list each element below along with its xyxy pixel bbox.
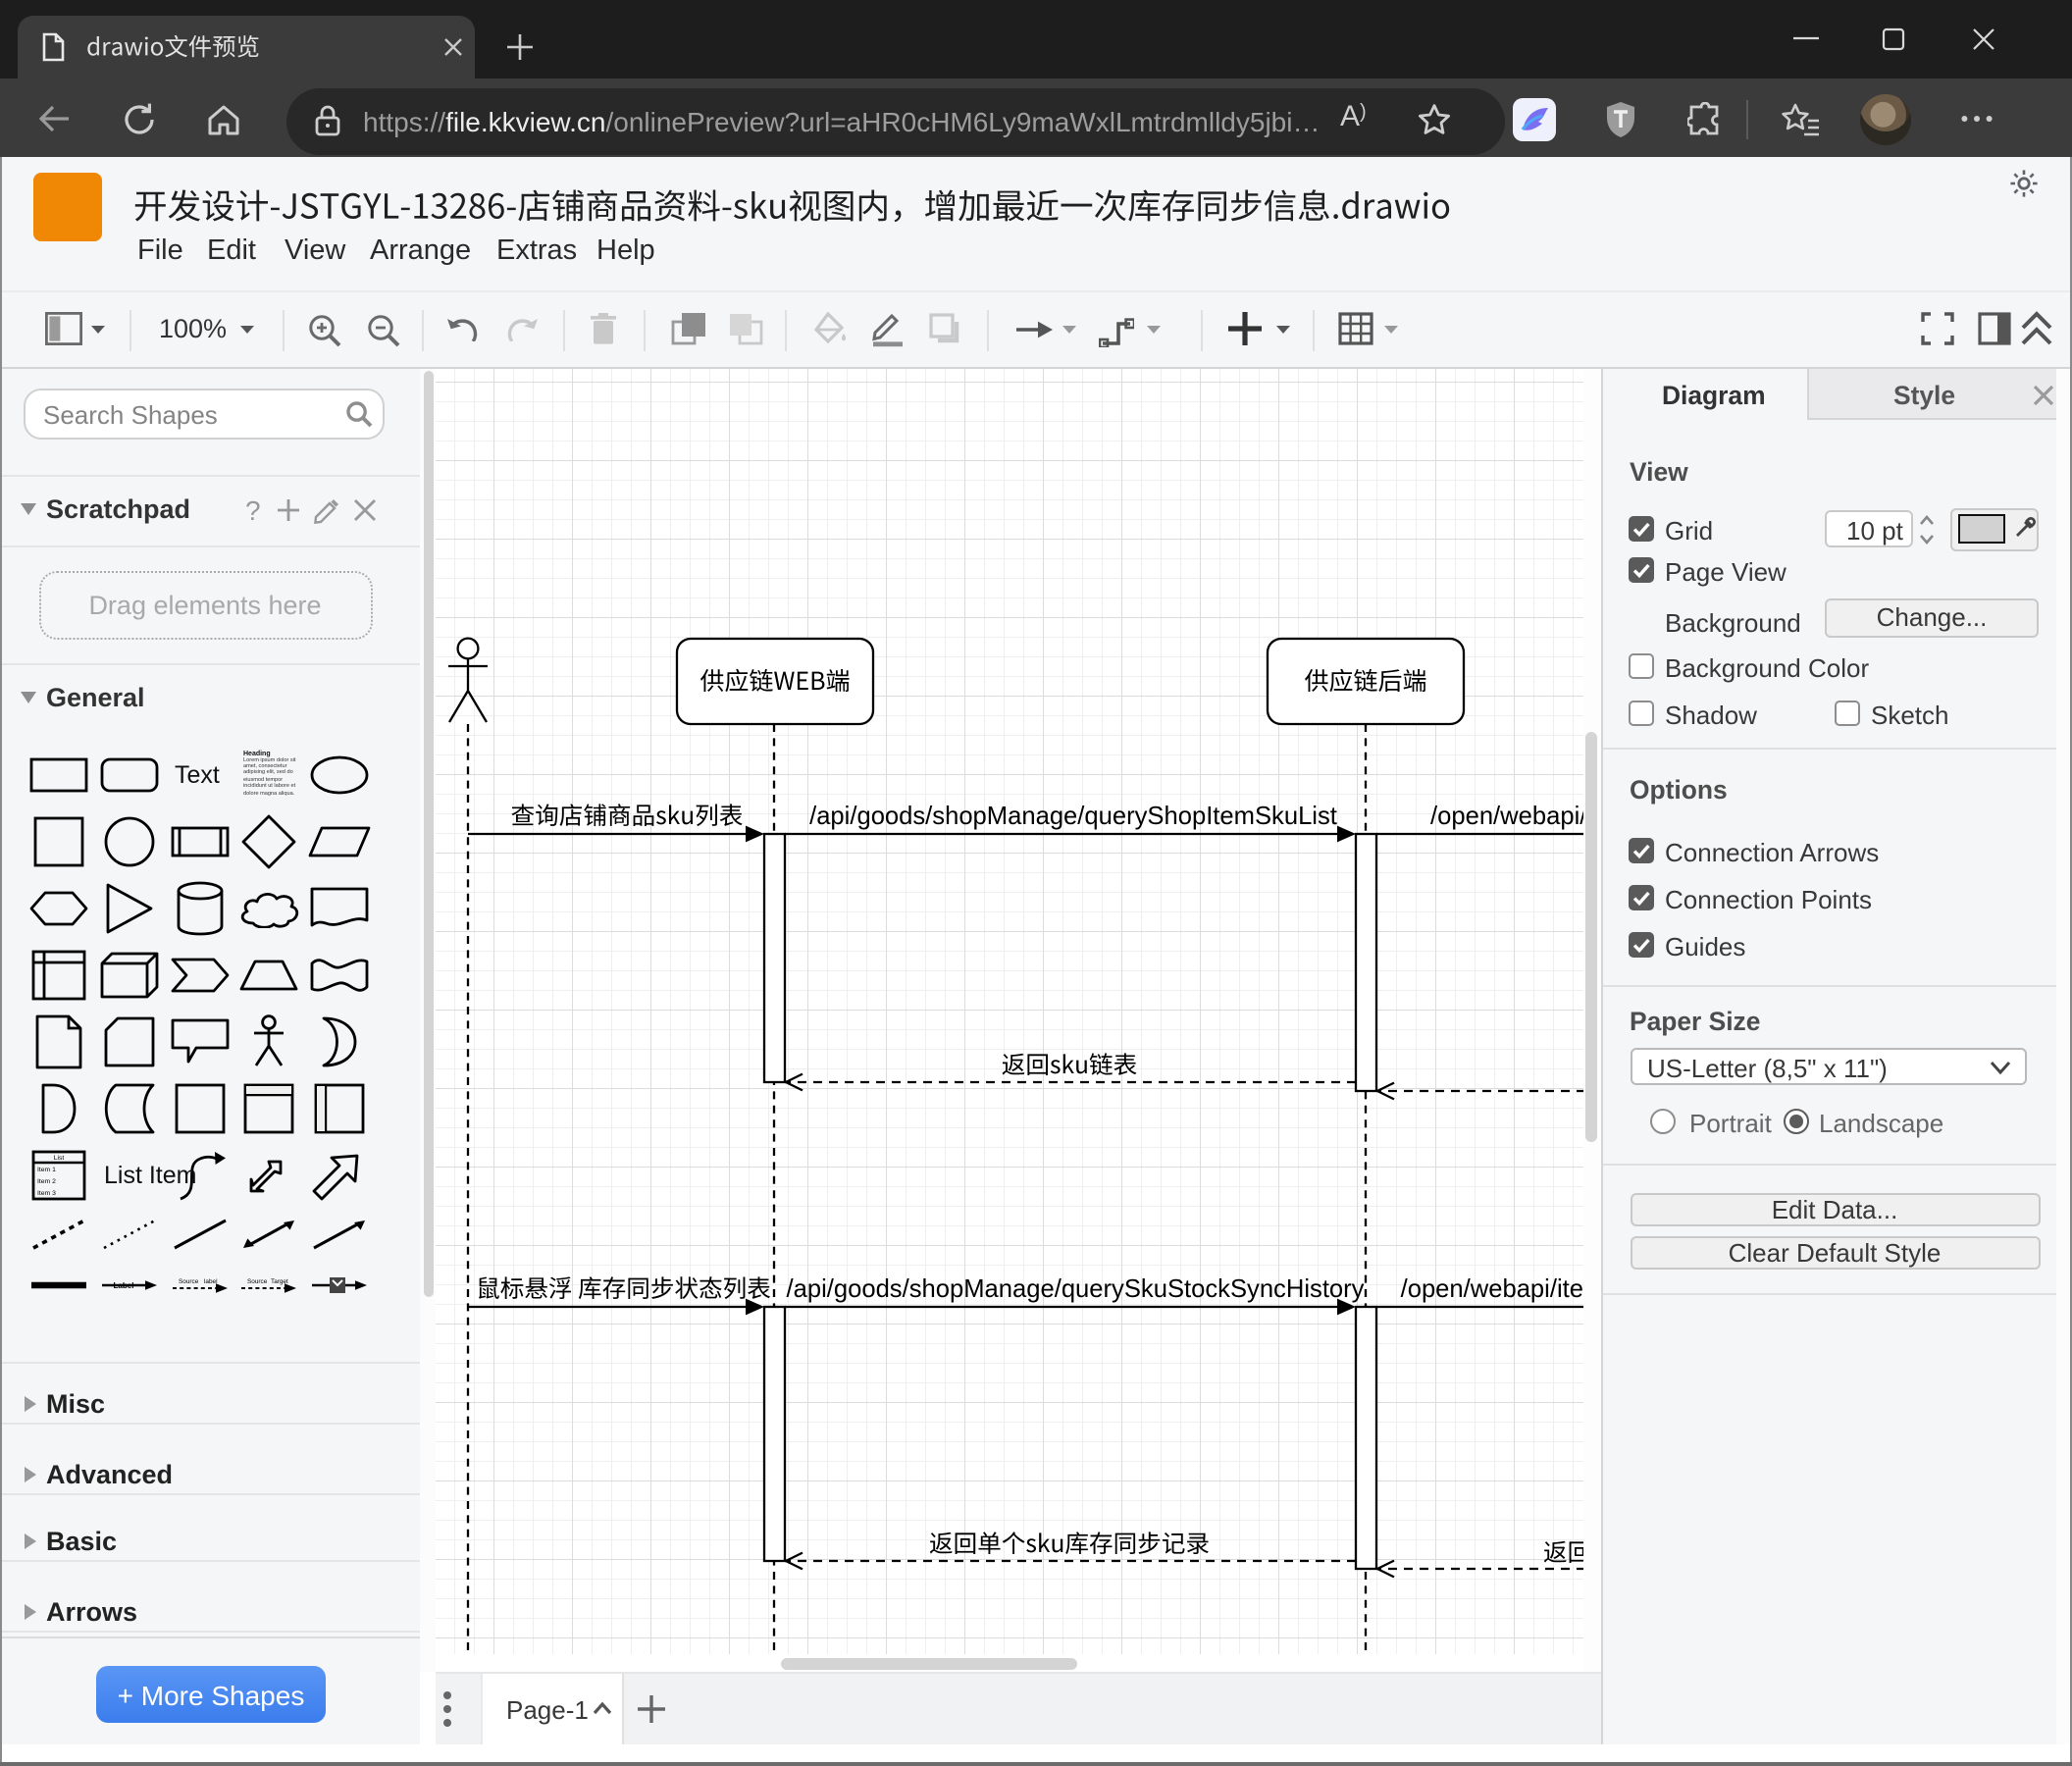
svg-text:/open/webapi/itemSkuList: /open/webapi/itemSkuList: [1430, 802, 1601, 829]
svg-text:label: label: [203, 1278, 217, 1285]
svg-text:Item 3: Item 3: [37, 1189, 56, 1196]
svg-text:Source: Source: [178, 1278, 198, 1285]
svg-text:Item 1: Item 1: [37, 1166, 56, 1172]
svg-text:Target: Target: [271, 1278, 288, 1285]
svg-text:Item 2: Item 2: [37, 1177, 56, 1184]
svg-text:Source: Source: [247, 1278, 268, 1285]
svg-text:/api/goods/shopManage/querySho: /api/goods/shopManage/queryShopItemSkuLi…: [809, 802, 1337, 829]
svg-text:List: List: [54, 1154, 65, 1161]
svg-text:/api/goods/shopManage/querySku: /api/goods/shopManage/querySkuStockSyncH…: [787, 1274, 1365, 1302]
svg-text:Label: Label: [113, 1281, 133, 1290]
svg-text:/open/webapi/itemStockSync: /open/webapi/itemStockSync: [1401, 1274, 1601, 1302]
